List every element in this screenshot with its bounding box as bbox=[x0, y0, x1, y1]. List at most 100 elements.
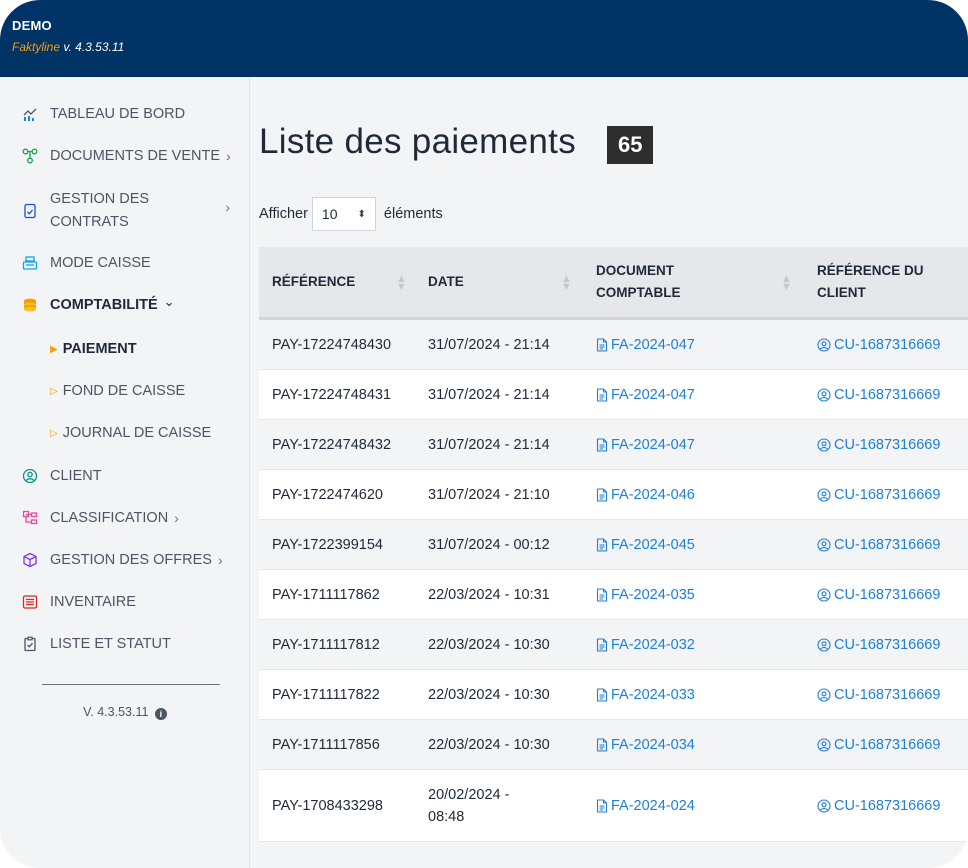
sidebar-item-classification[interactable]: CLASSIFICATION › bbox=[22, 510, 234, 526]
document-link[interactable]: FA-2024-035 bbox=[596, 570, 695, 619]
column-header-reference-client[interactable]: RÉFÉRENCE DU CLIENT bbox=[817, 247, 924, 317]
client-link[interactable]: CU-1687316669 bbox=[817, 420, 940, 469]
document-link[interactable]: FA-2024-033 bbox=[596, 670, 695, 719]
clipboard-icon bbox=[22, 636, 38, 652]
sidebar-item-client[interactable]: CLIENT bbox=[22, 468, 234, 484]
show-suffix-label: éléments bbox=[383, 206, 443, 222]
user-circle-icon bbox=[817, 537, 831, 552]
table-header: RÉFÉRENCE ▲ ▼ DATE ▲ ▼ DOCUMENT COMPTABLE ▲… bbox=[259, 247, 968, 320]
payment-reference: PAY-1711117856 bbox=[272, 736, 380, 753]
sidebar-item-label: DOCUMENTS DE VENTE bbox=[50, 148, 220, 164]
column-header-reference[interactable]: RÉFÉRENCE bbox=[272, 247, 355, 317]
payment-reference: PAY-1722399154 bbox=[272, 536, 384, 553]
document-icon bbox=[596, 737, 608, 752]
sidebar-item-documents-de-vente[interactable]: DOCUMENTS DE VENTE › bbox=[22, 148, 234, 164]
client-link[interactable]: CU-1687316669 bbox=[817, 370, 940, 419]
document-link[interactable]: FA-2024-034 bbox=[596, 720, 695, 769]
document-icon bbox=[596, 387, 608, 402]
brand-name: DEMO bbox=[12, 18, 52, 33]
info-icon[interactable]: i bbox=[154, 708, 167, 720]
client-link[interactable]: CU-1687316669 bbox=[817, 620, 940, 669]
table-row: PAY-1711117812 22/03/2024 - 10:30 FA-2024-… bbox=[259, 620, 968, 670]
sidebar: TABLEAU DE BORD DOCUMENTS DE VENTE › GES… bbox=[0, 77, 250, 868]
document-icon bbox=[596, 587, 608, 602]
payment-date: 20/02/2024 -08:48 bbox=[428, 786, 510, 825]
page-size-value: 10 bbox=[321, 206, 338, 222]
box-icon bbox=[22, 552, 38, 568]
document-link[interactable]: FA-2024-046 bbox=[596, 470, 695, 519]
sidebar-subitem-paiement[interactable]: ▶ PAIEMENT bbox=[50, 341, 137, 357]
sidebar-item-tableau-de-bord[interactable]: TABLEAU DE BORD bbox=[22, 106, 234, 122]
document-link[interactable]: FA-2024-045 bbox=[596, 520, 695, 569]
table-row: PAY-1722474620 31/07/2024 - 21:10 FA-2024-… bbox=[259, 470, 968, 520]
payment-date: 22/03/2024 - 10:30 bbox=[428, 686, 550, 703]
client-link[interactable]: CU-1687316669 bbox=[817, 670, 940, 719]
caret-right-outline-icon: ▷ bbox=[50, 427, 58, 439]
payments-table: RÉFÉRENCE ▲ ▼ DATE ▲ ▼ DOCUMENT COMPTABLE ▲… bbox=[259, 247, 968, 842]
sidebar-item-gestion-des-contrats[interactable]: GESTION DES CONTRATS › bbox=[22, 189, 234, 233]
sidebar-item-gestion-des-offres[interactable]: GESTION DES OFFRES › bbox=[22, 552, 234, 568]
column-header-date[interactable]: DATE bbox=[428, 247, 464, 317]
sidebar-subitem-fond-de-caisse[interactable]: ▷ FOND DE CAISSE bbox=[50, 383, 185, 399]
show-prefix-label: Afficher bbox=[259, 206, 308, 222]
user-circle-icon bbox=[817, 437, 831, 452]
client-link[interactable]: CU-1687316669 bbox=[817, 570, 940, 619]
document-link[interactable]: FA-2024-032 bbox=[596, 620, 695, 669]
sidebar-subitem-label: FOND DE CAISSE bbox=[62, 383, 186, 399]
table-row: PAY-1711117862 22/03/2024 - 10:31 FA-2024-… bbox=[259, 570, 968, 620]
user-circle-icon bbox=[22, 468, 38, 484]
sidebar-item-inventaire[interactable]: INVENTAIRE bbox=[22, 594, 234, 610]
sidebar-item-comptabilite[interactable]: COMPTABILITÉ ⌄ bbox=[22, 294, 234, 313]
sidebar-item-label: CLIENT bbox=[50, 468, 102, 484]
document-link[interactable]: FA-2024-047 bbox=[596, 370, 695, 419]
client-link[interactable]: CU-1687316669 bbox=[817, 470, 940, 519]
product-name: Faktyline bbox=[12, 40, 61, 54]
count-badge: 65 bbox=[607, 126, 654, 164]
payment-reference: PAY-17224748430 bbox=[272, 336, 392, 353]
sort-icon[interactable]: ▲ ▼ bbox=[396, 274, 407, 293]
sidebar-item-label: MODE CAISSE bbox=[50, 255, 151, 271]
contract-icon bbox=[22, 203, 38, 219]
document-icon bbox=[596, 687, 608, 702]
document-icon bbox=[596, 337, 608, 352]
payment-date: 31/07/2024 - 00:12 bbox=[428, 536, 550, 553]
sort-icon[interactable]: ▲ ▼ bbox=[561, 274, 572, 293]
top-bar: DEMO Faktyline v. 4.3.53.11 bbox=[0, 0, 968, 77]
caret-right-icon: ▶ bbox=[50, 343, 58, 355]
client-link[interactable]: CU-1687316669 bbox=[817, 720, 940, 769]
column-header-document-comptable[interactable]: DOCUMENT COMPTABLE bbox=[596, 247, 681, 317]
chevron-right-icon: › bbox=[174, 510, 179, 526]
user-circle-icon bbox=[817, 687, 831, 702]
document-link[interactable]: FA-2024-047 bbox=[596, 420, 695, 469]
document-link[interactable]: FA-2024-024 bbox=[596, 770, 695, 841]
client-link[interactable]: CU-1687316669 bbox=[817, 770, 940, 841]
payment-reference: PAY-1722474620 bbox=[272, 486, 384, 503]
user-circle-icon bbox=[817, 798, 831, 813]
sort-icon[interactable]: ▲ ▼ bbox=[781, 274, 792, 293]
table-row: PAY-1711117856 22/03/2024 - 10:30 FA-2024-… bbox=[259, 720, 968, 770]
chevron-right-icon: › bbox=[217, 552, 223, 568]
payment-date: 31/07/2024 - 21:14 bbox=[428, 386, 550, 403]
user-circle-icon bbox=[817, 737, 831, 752]
chevron-down-icon: ⌄ bbox=[163, 294, 175, 309]
payment-date: 22/03/2024 - 10:30 bbox=[428, 636, 550, 653]
document-link[interactable]: FA-2024-047 bbox=[596, 320, 695, 369]
chevron-right-icon: › bbox=[226, 148, 231, 164]
document-icon bbox=[596, 487, 608, 502]
sidebar-item-label: COMPTABILITÉ bbox=[50, 297, 158, 313]
user-circle-icon bbox=[817, 587, 831, 602]
client-link[interactable]: CU-1687316669 bbox=[817, 320, 940, 369]
page-size-select[interactable]: 10 ⬍ bbox=[311, 197, 376, 231]
app-version: Faktyline v. 4.3.53.11 bbox=[12, 40, 124, 54]
payment-date: 31/07/2024 - 21:14 bbox=[428, 436, 550, 453]
client-link[interactable]: CU-1687316669 bbox=[817, 520, 940, 569]
user-circle-icon bbox=[817, 387, 831, 402]
sidebar-item-liste-et-statut[interactable]: LISTE ET STATUT bbox=[22, 636, 234, 652]
sidebar-subitem-journal-de-caisse[interactable]: ▷ JOURNAL DE CAISSE bbox=[50, 425, 211, 441]
document-icon bbox=[596, 798, 608, 813]
sidebar-item-mode-caisse[interactable]: MODE CAISSE bbox=[22, 255, 234, 271]
flow-icon bbox=[22, 148, 38, 164]
payment-reference: PAY-17224748431 bbox=[272, 386, 392, 403]
document-icon bbox=[596, 437, 608, 452]
app-window: DEMO Faktyline v. 4.3.53.11 TABLEAU DE B… bbox=[0, 0, 968, 868]
